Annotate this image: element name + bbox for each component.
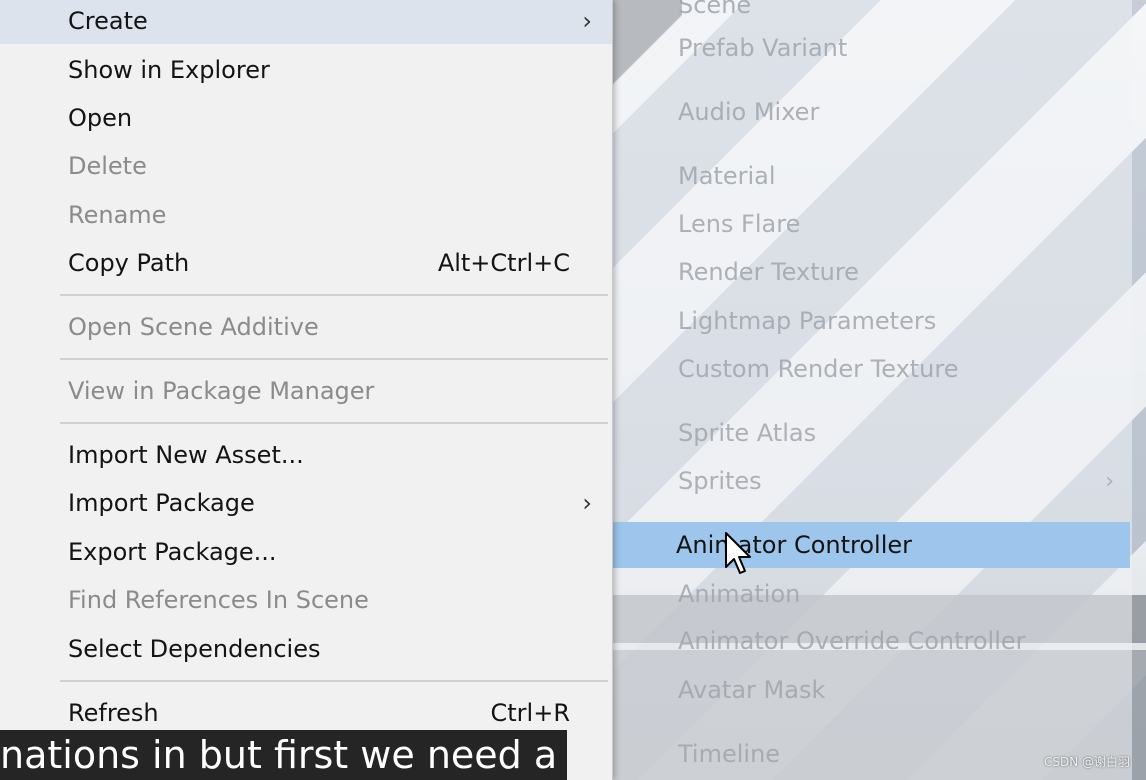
chevron-right-icon: › xyxy=(582,489,592,517)
menu-item-import-new-asset[interactable]: Import New Asset... xyxy=(0,432,612,478)
menu-item-copy-path[interactable]: Copy Path Alt+Ctrl+C xyxy=(0,240,612,286)
create-submenu: Scene Prefab Variant Audio Mixer Materia… xyxy=(610,0,1132,780)
menu-item-view-in-package-manager: View in Package Manager xyxy=(68,377,375,405)
menu-item-select-dependencies[interactable]: Select Dependencies xyxy=(0,626,612,672)
menu-separator xyxy=(60,680,608,682)
submenu-item-sprites[interactable]: Sprites › xyxy=(612,458,1132,504)
submenu-item-audio-mixer[interactable]: Audio Mixer xyxy=(612,89,1132,135)
submenu-item-avatar-mask[interactable]: Avatar Mask xyxy=(612,667,1132,713)
chevron-right-icon: › xyxy=(1105,468,1114,494)
context-menu: Create › Show in Explorer Open Delete Re… xyxy=(0,0,613,780)
menu-item-open-scene-additive: Open Scene Additive xyxy=(68,313,319,341)
submenu-item-animator-override-controller[interactable]: Animator Override Controller xyxy=(612,618,1132,664)
submenu-item-custom-render-texture[interactable]: Custom Render Texture xyxy=(612,346,1132,392)
submenu-item-sprite-atlas[interactable]: Sprite Atlas xyxy=(612,410,1132,456)
submenu-item-scene[interactable]: Scene xyxy=(612,0,1132,28)
menu-item-export-package[interactable]: Export Package... xyxy=(0,529,612,575)
menu-separator xyxy=(60,422,608,424)
submenu-item-prefab-variant[interactable]: Prefab Variant xyxy=(612,25,1132,71)
video-subtitle: nations in but first we need a xyxy=(0,730,568,780)
mouse-cursor-icon xyxy=(725,532,751,574)
menu-item-create[interactable]: Create › xyxy=(0,0,612,44)
menu-item-show-in-explorer[interactable]: Show in Explorer xyxy=(0,47,612,93)
shortcut-label: Alt+Ctrl+C xyxy=(437,249,570,277)
menu-item-import-package[interactable]: Import Package › xyxy=(0,480,612,526)
menu-item-delete: Delete xyxy=(68,152,147,180)
menu-separator xyxy=(60,358,608,360)
submenu-item-animator-controller[interactable]: Animator Controller xyxy=(610,522,1130,568)
menu-separator xyxy=(60,294,608,296)
submenu-item-lightmap-parameters[interactable]: Lightmap Parameters xyxy=(612,298,1132,344)
submenu-item-render-texture[interactable]: Render Texture xyxy=(612,249,1132,295)
menu-item-find-references-in-scene: Find References In Scene xyxy=(68,586,369,614)
menu-item-open[interactable]: Open xyxy=(0,95,612,141)
chevron-right-icon: › xyxy=(582,7,592,35)
submenu-item-material[interactable]: Material xyxy=(612,153,1132,199)
submenu-item-animation[interactable]: Animation xyxy=(612,571,1132,617)
watermark: CSDN @谢白羽 xyxy=(1043,755,1130,769)
submenu-item-lens-flare[interactable]: Lens Flare xyxy=(612,201,1132,247)
menu-item-rename: Rename xyxy=(68,201,167,229)
